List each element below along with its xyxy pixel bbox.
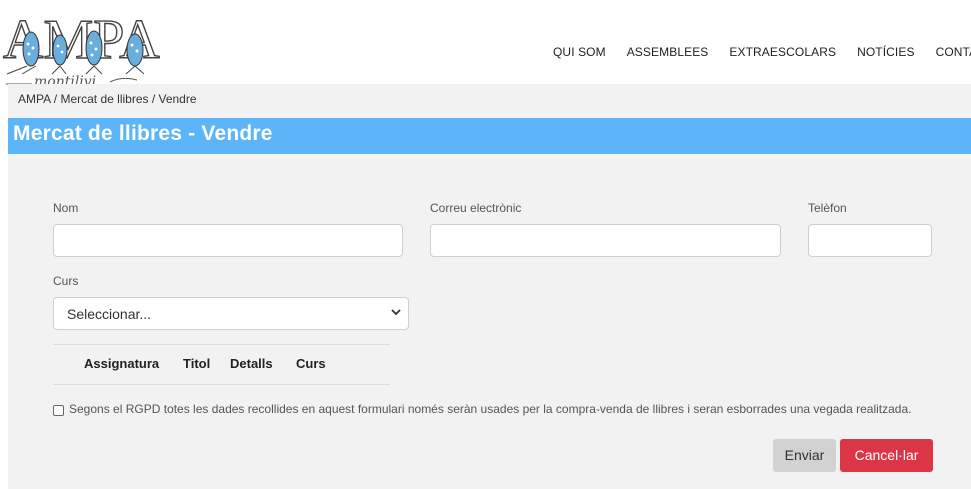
consent-text: Segons el RGPD totes les dades recollide…: [53, 400, 923, 419]
name-label: Nom: [53, 201, 79, 215]
breadcrumb[interactable]: AMPA / Mercat de llibres / Vendre: [18, 92, 197, 106]
main-nav: QUI SOM ASSEMBLEES EXTRAESCOLARS NOTÍCIE…: [553, 45, 971, 59]
ampa-logo[interactable]: AMPA montilivi: [2, 4, 167, 92]
chevron-down-icon: [391, 309, 401, 316]
course-select[interactable]: Seleccionar...: [53, 297, 409, 330]
nav-noticies[interactable]: NOTÍCIES: [857, 45, 914, 59]
table-header-titol: Titol: [183, 356, 211, 371]
title-bar: Mercat de llibres - Vendre: [8, 118, 971, 154]
cancel-button[interactable]: Cancel·lar: [840, 439, 933, 472]
course-label: Curs: [53, 274, 79, 288]
email-input[interactable]: [430, 224, 781, 257]
phone-label: Telèfon: [808, 201, 847, 215]
table-top-border: [53, 344, 390, 345]
phone-input[interactable]: [808, 224, 932, 257]
name-input[interactable]: [53, 224, 403, 257]
nav-extraescolars[interactable]: EXTRAESCOLARS: [729, 45, 836, 59]
table-header-curs: Curs: [296, 356, 326, 371]
logo-figure-3: [85, 30, 103, 66]
send-button[interactable]: Enviar: [773, 439, 836, 472]
main-content: AMPA / Mercat de llibres / Vendre Mercat…: [8, 84, 971, 489]
consent-label: Segons el RGPD totes les dades recollide…: [69, 402, 912, 416]
page-title: Mercat de llibres - Vendre: [13, 122, 273, 145]
table-header-border: [53, 384, 390, 385]
logo-figure-4: [126, 33, 144, 67]
logo-figure-2: [52, 34, 68, 66]
table-header-assignatura: Assignatura: [84, 356, 160, 371]
nav-assemblees[interactable]: ASSEMBLEES: [627, 45, 709, 59]
site-header: AMPA montilivi QUI SOM ASSEMBLEES EXTRAE…: [0, 0, 971, 90]
table-header-detalls: Detalls: [230, 356, 273, 371]
logo-figure-1: [22, 31, 40, 67]
nav-contacte[interactable]: CONTACTE: [936, 45, 971, 59]
nav-qui-som[interactable]: QUI SOM: [553, 45, 606, 59]
email-label: Correu electrònic: [430, 201, 522, 215]
course-select-value: Seleccionar...: [67, 306, 152, 322]
